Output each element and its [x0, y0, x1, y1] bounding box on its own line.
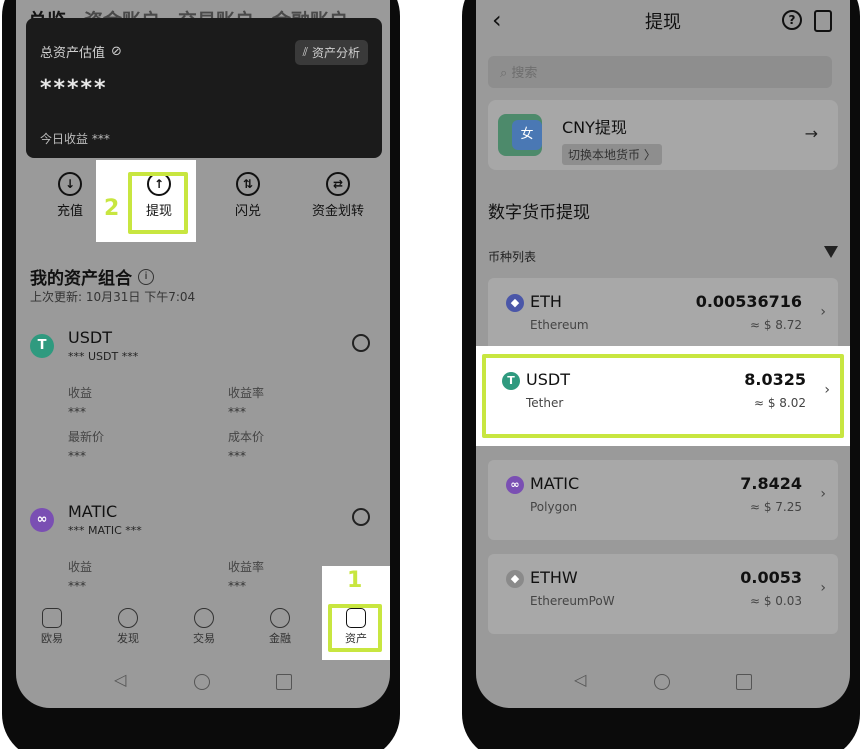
coin-symbol: ETH	[530, 292, 562, 311]
coin-balance: *** MATIC ***	[68, 524, 142, 537]
stat-profit-rate: 收益率 ***	[228, 560, 265, 593]
last-updated: 上次更新: 10月31日 下午7:04	[30, 290, 196, 304]
refresh-icon[interactable]	[352, 334, 370, 352]
coin-fiat: ≈ $ 7.25	[749, 500, 802, 514]
payment-logo-icon: 女	[498, 114, 542, 156]
coin-amount: 0.0053	[740, 568, 802, 587]
tab-home[interactable]: 欧易	[22, 608, 82, 646]
finance-icon	[270, 608, 290, 628]
coin-fullname: EthereumPoW	[530, 594, 615, 608]
asset-analysis-button[interactable]: ⫽ 资产分析	[294, 40, 368, 65]
stat-latest-price: 最新价 ***	[68, 430, 105, 463]
coin-amount: 7.8424	[740, 474, 802, 493]
coin-fiat: ≈ $ 0.03	[749, 594, 802, 608]
switch-currency-link[interactable]: 切换本地货币 〉	[562, 144, 662, 165]
matic-icon: ∞	[30, 508, 54, 532]
crypto-withdraw-title: 数字货币提现	[488, 203, 590, 223]
coin-amount: 0.00536716	[695, 292, 802, 311]
chart-icon: ⫽	[302, 45, 308, 59]
today-profit: 今日收益 ***	[40, 132, 110, 146]
quick-actions: ↓ 充值 ↑ 提现 ⇅ 闪兑 ⇄ 资金划转	[16, 172, 390, 252]
step-2-label: 2	[104, 196, 120, 221]
portfolio-title: 我的资产组合 i	[30, 264, 154, 289]
convert-icon: ⇅	[236, 172, 260, 196]
chevron-right-icon: ›	[820, 580, 826, 596]
step-1-label: 1	[347, 568, 363, 593]
recents-nav-icon[interactable]	[276, 674, 292, 690]
left-screen: 总览 资金账户 交易账户 金融账户 总资产估值 ⊘ ⫽ 资产分析 ***** 今…	[16, 0, 390, 708]
cny-withdraw-card[interactable]: 女 CNY提现 切换本地货币 〉 →	[488, 100, 838, 170]
coin-symbol: MATIC	[530, 474, 580, 493]
back-nav-icon[interactable]: ◁	[114, 670, 130, 689]
search-input[interactable]: ⌕ 搜索	[488, 56, 832, 88]
tab-discover[interactable]: 发现	[98, 608, 158, 646]
stat-profit-rate: 收益率 ***	[228, 386, 265, 419]
stat-profit: 收益 ***	[68, 386, 93, 419]
tab-finance[interactable]: 金融	[250, 608, 310, 646]
home-nav-icon[interactable]	[654, 674, 670, 690]
total-asset-label: 总资产估值 ⊘	[40, 44, 122, 61]
stat-profit: 收益 ***	[68, 560, 93, 593]
portfolio-coin-usdt[interactable]: T USDT *** USDT *** 收益 *** 收益率 *** 最新价 *** …	[30, 328, 380, 498]
coin-fullname: Ethereum	[530, 318, 589, 332]
back-nav-icon[interactable]: ◁	[574, 670, 590, 689]
right-screen: ‹ 提现 ? ⌕ 搜索 女 CNY提现 切换本地货币 〉 → 数字货币提现 币种…	[476, 0, 850, 708]
transfer-button[interactable]: ⇄ 资金划转	[298, 172, 378, 219]
matic-icon: ∞	[506, 476, 524, 494]
transfer-icon: ⇄	[326, 172, 350, 196]
stat-cost-price: 成本价 ***	[228, 430, 265, 463]
coin-fiat: ≈ $ 8.72	[749, 318, 802, 332]
eye-hidden-icon[interactable]: ⊘	[111, 44, 122, 59]
assets-highlight-frame	[328, 604, 382, 652]
coin-row-ethw[interactable]: ◆ ETHW EthereumPoW 0.0053 ≈ $ 0.03 ›	[488, 554, 838, 634]
coin-fullname: Polygon	[530, 500, 578, 514]
download-icon: ↓	[58, 172, 82, 196]
deposit-button[interactable]: ↓ 充值	[30, 172, 110, 219]
coin-row-matic[interactable]: ∞ MATIC Polygon 7.8424 ≈ $ 7.25 ›	[488, 460, 838, 540]
right-phone: ‹ 提现 ? ⌕ 搜索 女 CNY提现 切换本地货币 〉 → 数字货币提现 币种…	[462, 0, 860, 749]
system-nav-bar: ◁	[16, 670, 390, 700]
recents-nav-icon[interactable]	[736, 674, 752, 690]
withdraw-header: ‹ 提现 ?	[476, 0, 850, 44]
convert-button[interactable]: ⇅ 闪兑	[208, 172, 288, 219]
chevron-right-icon: ›	[820, 304, 826, 320]
coin-symbol: ETHW	[530, 568, 578, 587]
cny-title: CNY提现	[562, 118, 627, 137]
home-nav-icon[interactable]	[194, 674, 210, 690]
filter-icon[interactable]	[824, 246, 838, 258]
asset-card: 总资产估值 ⊘ ⫽ 资产分析 ***** 今日收益 ***	[26, 18, 382, 158]
history-icon[interactable]	[814, 10, 832, 32]
info-icon[interactable]: i	[138, 268, 154, 285]
usdt-highlight-frame	[482, 354, 844, 438]
home-icon	[42, 608, 62, 628]
coin-name: MATIC	[68, 502, 118, 521]
eth-icon: ◆	[506, 294, 524, 312]
help-icon[interactable]: ?	[782, 10, 802, 30]
masked-total-value: *****	[40, 76, 108, 101]
coin-balance: *** USDT ***	[68, 350, 139, 363]
trade-icon	[194, 608, 214, 628]
usdt-icon: T	[30, 334, 54, 358]
discover-icon	[118, 608, 138, 628]
ethw-icon: ◆	[506, 570, 524, 588]
withdraw-highlight-frame	[128, 172, 188, 234]
coin-name: USDT	[68, 328, 112, 347]
search-icon: ⌕	[500, 66, 512, 81]
chevron-right-icon: ›	[820, 486, 826, 502]
left-phone: 总览 资金账户 交易账户 金融账户 总资产估值 ⊘ ⫽ 资产分析 ***** 今…	[2, 0, 400, 749]
refresh-icon[interactable]	[352, 508, 370, 526]
coin-list-header: 币种列表	[488, 250, 537, 264]
system-nav-bar: ◁	[476, 670, 850, 700]
tab-trade[interactable]: 交易	[174, 608, 234, 646]
arrow-right-icon: →	[804, 124, 818, 143]
